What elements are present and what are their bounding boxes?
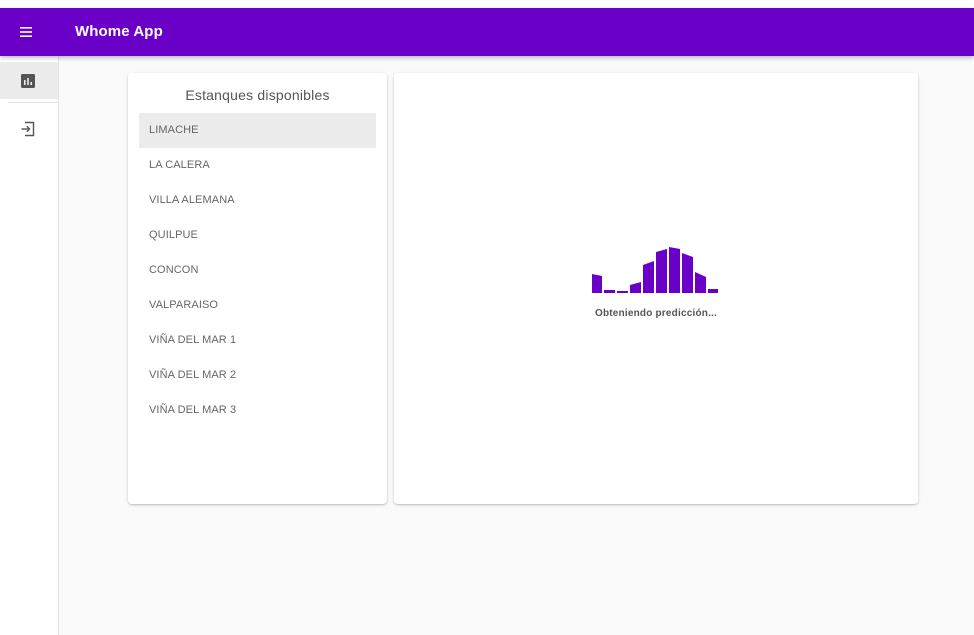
drawer-item-dashboard[interactable]: [0, 62, 58, 99]
loading-indicator: [592, 245, 720, 297]
loading-text: Obteniendo predicción...: [594, 308, 718, 319]
tank-item-valparaiso[interactable]: VALPARAISO: [139, 288, 376, 323]
tank-item-la-calera[interactable]: LA CALERA: [139, 148, 376, 183]
app-window: Whome App Estanques disponibles LIMACHE …: [0, 0, 974, 635]
tanks-card: Estanques disponibles LIMACHE LA CALERA …: [128, 73, 387, 504]
drawer-divider: [8, 102, 58, 103]
nav-drawer: [0, 56, 59, 635]
bar-chart-icon: [21, 74, 35, 88]
tanks-title: Estanques disponibles: [185, 87, 330, 103]
app-title: Whome App: [75, 23, 163, 40]
tanks-list: LIMACHE LA CALERA VILLA ALEMANA QUILPUE …: [139, 113, 376, 428]
login-icon: [21, 121, 35, 137]
tank-item-vina-del-mar-1[interactable]: VIÑA DEL MAR 1: [139, 323, 376, 358]
tank-item-villa-alemana[interactable]: VILLA ALEMANA: [139, 183, 376, 218]
window-top-strip: [0, 0, 974, 8]
prediction-card: Obteniendo predicción...: [394, 73, 918, 504]
app-bar: Whome App: [0, 8, 974, 56]
tank-item-vina-del-mar-2[interactable]: VIÑA DEL MAR 2: [139, 358, 376, 393]
loading-bars-icon: [592, 247, 718, 293]
drawer-item-login[interactable]: [0, 110, 58, 147]
tank-item-quilpue[interactable]: QUILPUE: [139, 218, 376, 253]
tank-item-limache[interactable]: LIMACHE: [139, 113, 376, 148]
tank-item-concon[interactable]: CONCON: [139, 253, 376, 288]
menu-button[interactable]: [14, 20, 38, 44]
tank-item-vina-del-mar-3[interactable]: VIÑA DEL MAR 3: [139, 393, 376, 428]
menu-icon: [20, 27, 32, 37]
